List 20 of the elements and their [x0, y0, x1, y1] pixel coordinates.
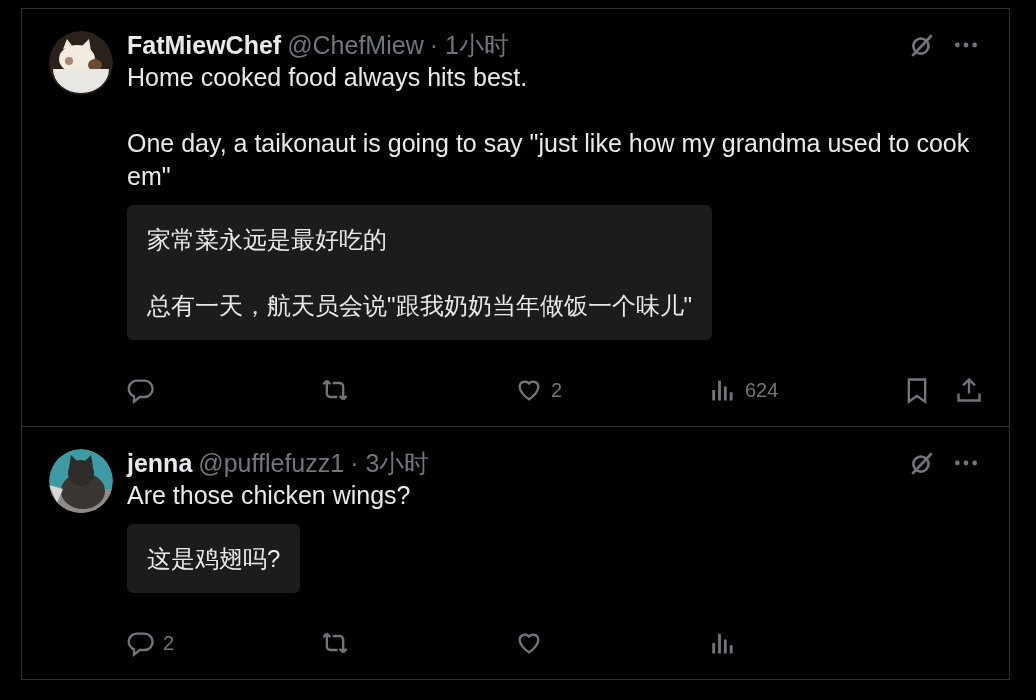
post-time: · 1小时: [429, 29, 509, 61]
slashed-circle-icon[interactable]: [909, 450, 935, 476]
post-text: Are those chicken wings?: [127, 480, 412, 511]
translation-text: 总有一天，航天员会说"跟我奶奶当年做饭一个味儿": [147, 291, 693, 321]
reply-icon[interactable]: [127, 629, 155, 657]
count: 2: [163, 631, 175, 655]
user-name[interactable]: jenna: [127, 448, 193, 478]
post-text: One day, a taikonaut is going to say "just like how my grandma used to cook em": [127, 128, 971, 192]
translation-text: 家常菜永远是最好吃的: [147, 225, 388, 255]
count: 624: [745, 378, 779, 402]
post-text: Home cooked food always hits best.: [127, 62, 529, 93]
user-handle[interactable]: @ChefMiew: [287, 30, 424, 60]
post-time: · 3小时: [350, 447, 430, 479]
reply-icon[interactable]: [127, 376, 155, 404]
translation-text: 这是鸡翅吗?: [147, 544, 281, 574]
slashed-circle-icon[interactable]: [909, 32, 935, 58]
share-icon[interactable]: [955, 376, 983, 404]
user-name[interactable]: FatMiewChef: [127, 30, 282, 60]
user-handle[interactable]: @pufflefuzz1: [198, 448, 345, 478]
count: 2: [551, 378, 563, 402]
